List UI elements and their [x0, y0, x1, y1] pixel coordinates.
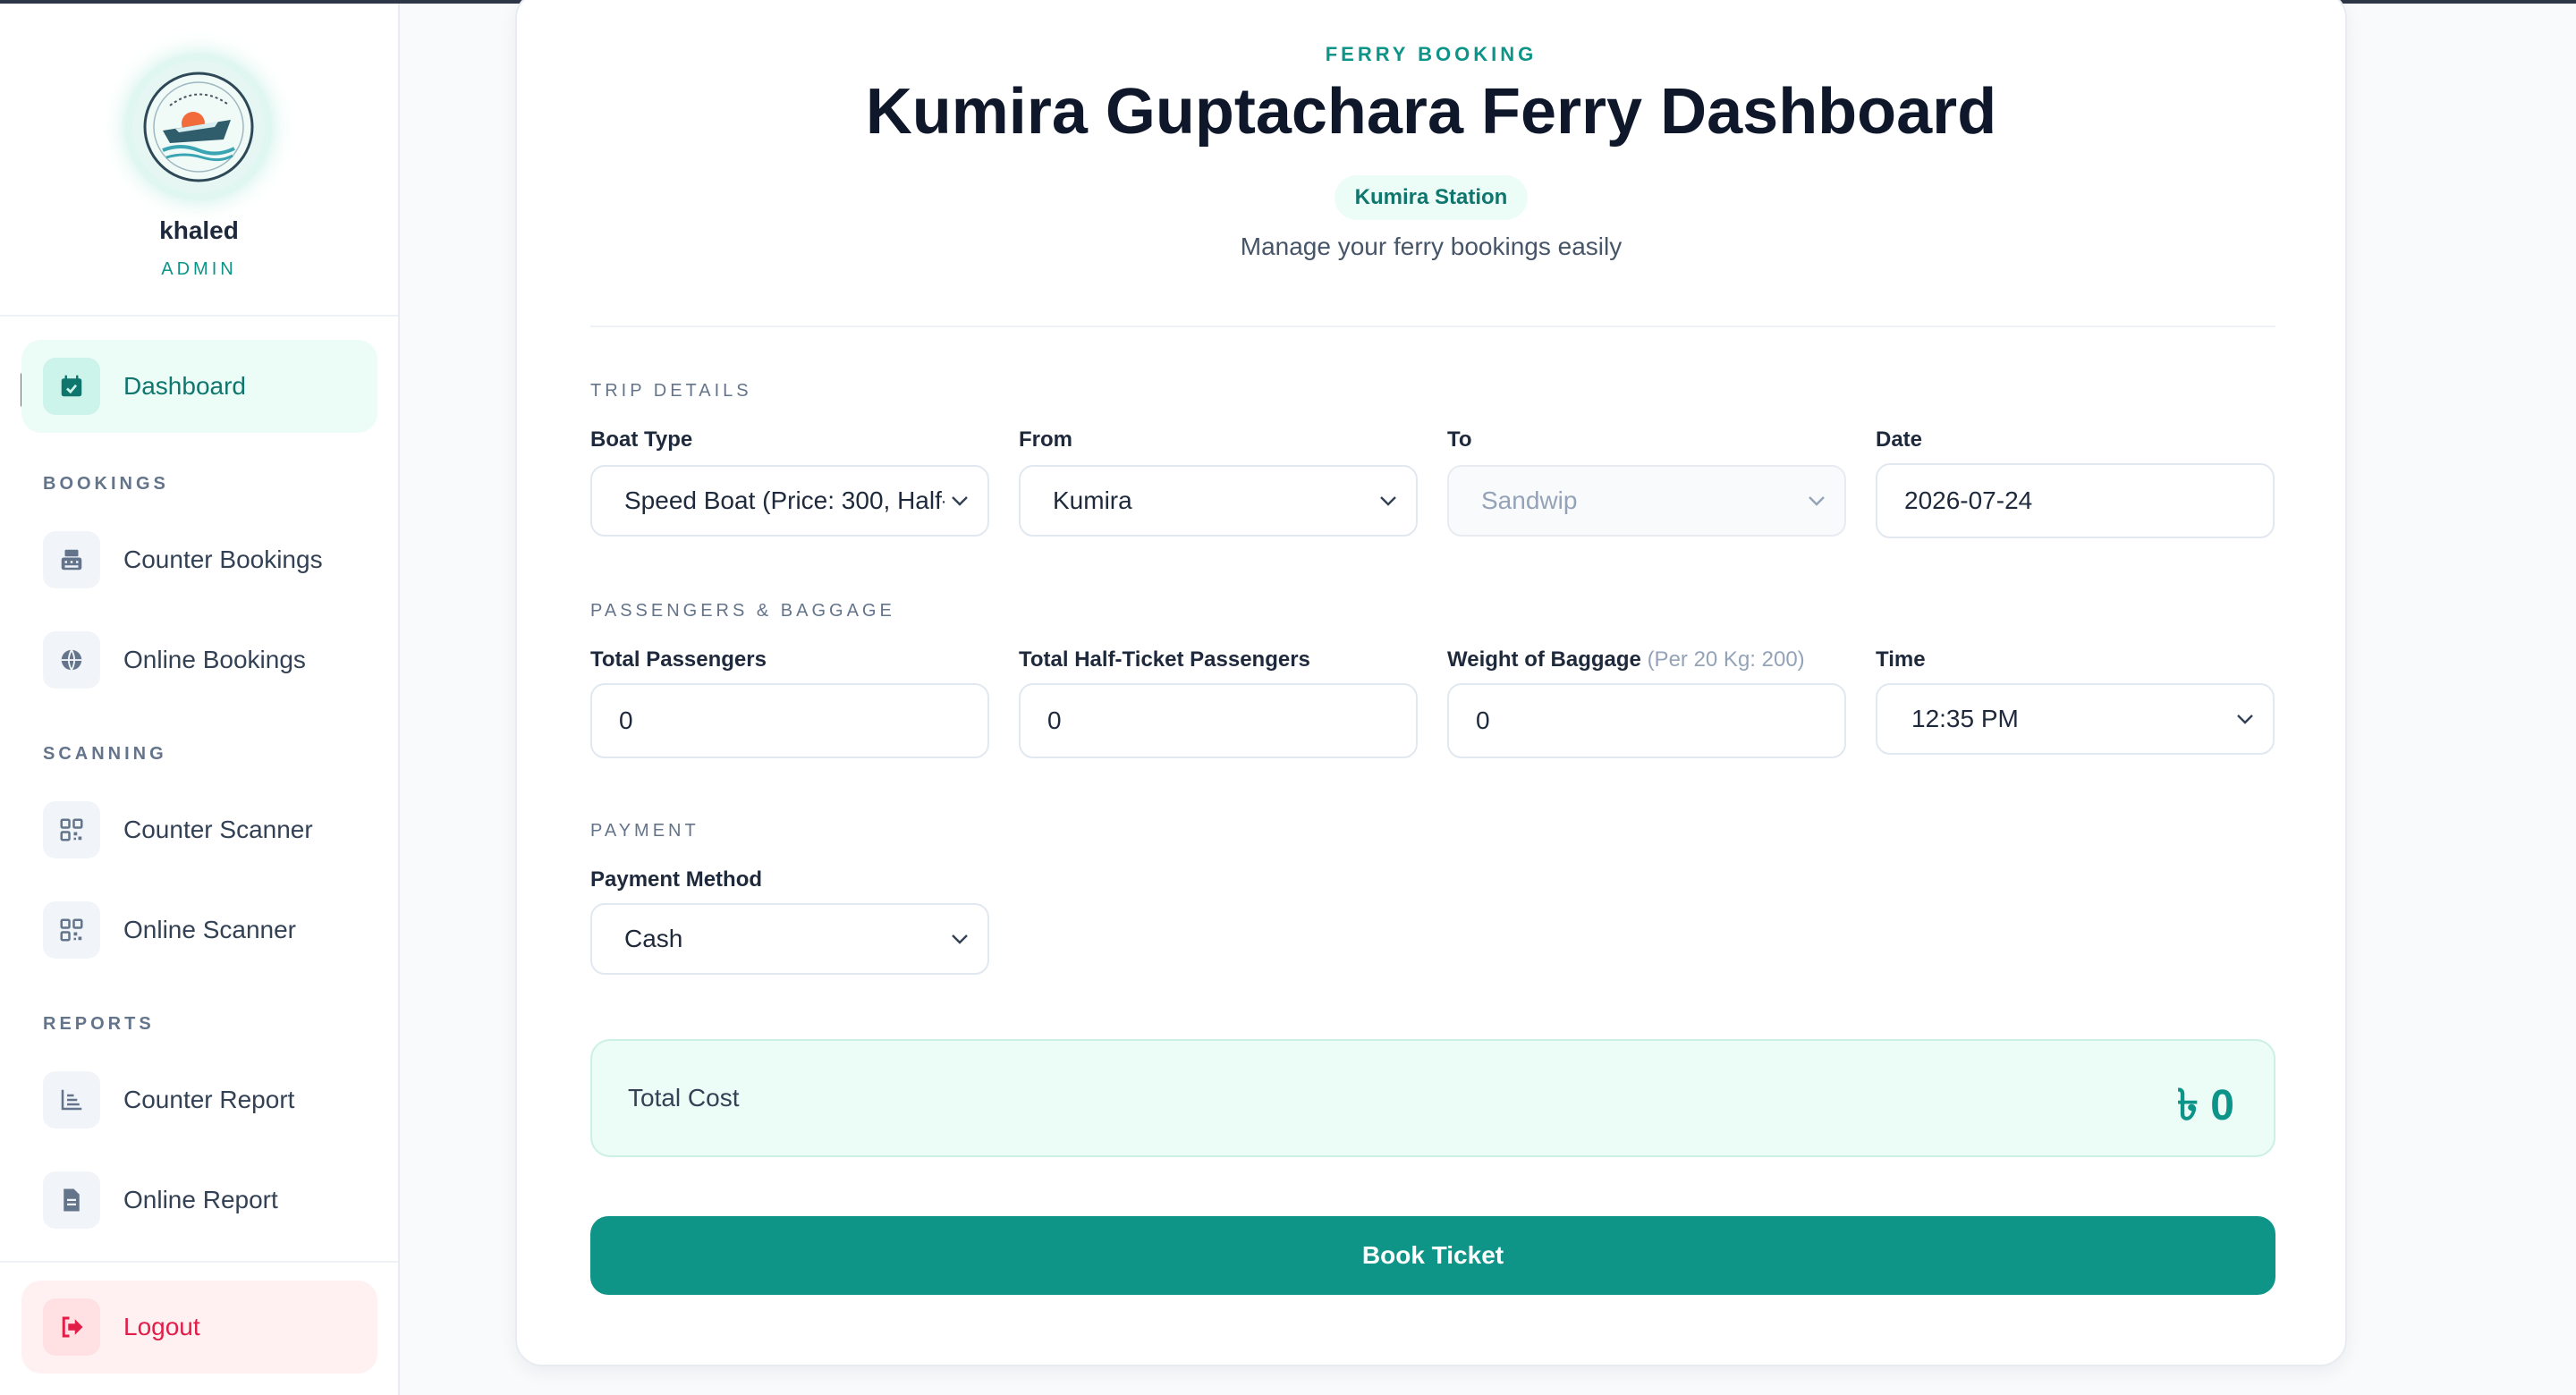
- section-label-payment: PAYMENT: [590, 821, 699, 841]
- logout-button[interactable]: Logout: [21, 1281, 377, 1374]
- sidebar: khaled ADMIN Dashboard BOOKINGS Counter …: [0, 4, 400, 1395]
- total-passengers-input[interactable]: 0: [590, 683, 989, 758]
- boat-type-select[interactable]: Speed Boat (Price: 300, Half-Ticket: [590, 465, 989, 537]
- baggage-price-hint: (Per 20 Kg: 200): [1647, 647, 1805, 672]
- half-ticket-input[interactable]: 0: [1019, 683, 1418, 758]
- chevron-down-icon: [1380, 496, 1396, 506]
- calendar-check-icon: [43, 358, 100, 415]
- sidebar-item-counter-report[interactable]: Counter Report: [21, 1053, 377, 1146]
- sidebar-item-online-report[interactable]: Online Report: [21, 1154, 377, 1247]
- sidebar-item-label: Dashboard: [123, 372, 246, 400]
- sidebar-item-label: Online Report: [123, 1186, 278, 1213]
- sidebar-item-label: Online Scanner: [123, 916, 297, 943]
- half-ticket-label: Total Half-Ticket Passengers: [1019, 647, 1310, 672]
- sidebar-item-label: Counter Bookings: [123, 545, 323, 573]
- avatar: [132, 61, 265, 193]
- total-cost-value: ৳ 0: [2177, 1082, 2234, 1129]
- date-input[interactable]: 2026-07-24: [1876, 463, 2275, 538]
- chevron-down-icon: [952, 934, 968, 944]
- baggage-weight-input[interactable]: 0: [1447, 683, 1846, 758]
- chevron-down-icon: [1809, 496, 1825, 506]
- sidebar-item-dashboard[interactable]: Dashboard: [21, 340, 377, 433]
- file-icon: [43, 1171, 100, 1229]
- baggage-label-text: Weight of Baggage: [1447, 647, 1641, 672]
- to-select: Sandwip: [1447, 465, 1846, 537]
- qr-code-icon: [43, 801, 100, 858]
- from-select[interactable]: Kumira: [1019, 465, 1418, 537]
- sign-out-icon: [43, 1298, 100, 1356]
- section-label-trip: TRIP DETAILS: [590, 381, 752, 401]
- booking-card: FERRY BOOKING Kumira Guptachara Ferry Da…: [515, 0, 2347, 1366]
- time-label: Time: [1876, 647, 1926, 672]
- date-label: Date: [1876, 427, 1923, 452]
- time-value: 12:35 PM: [1911, 705, 2019, 732]
- half-ticket-value: 0: [1047, 706, 1062, 734]
- date-value: 2026-07-24: [1904, 486, 2033, 514]
- baggage-label: Weight of Baggage (Per 20 Kg: 200): [1447, 647, 1805, 672]
- to-label: To: [1447, 427, 1472, 452]
- chevron-down-icon: [952, 496, 968, 506]
- payment-method-value: Cash: [624, 925, 683, 952]
- total-passengers-label: Total Passengers: [590, 647, 767, 672]
- to-value: Sandwip: [1481, 486, 1578, 514]
- baggage-weight-value: 0: [1476, 706, 1490, 734]
- section-label-passengers: PASSENGERS & BAGGAGE: [590, 601, 895, 621]
- section-heading-bookings: BOOKINGS: [43, 474, 169, 494]
- sidebar-item-online-bookings[interactable]: Online Bookings: [21, 613, 377, 706]
- from-label: From: [1019, 427, 1072, 452]
- qr-code-icon: [43, 901, 100, 959]
- sidebar-item-label: Counter Report: [123, 1086, 295, 1113]
- page-title: Kumira Guptachara Ferry Dashboard: [865, 76, 1997, 148]
- total-cost-label: Total Cost: [628, 1084, 740, 1112]
- payment-method-label: Payment Method: [590, 867, 763, 892]
- book-ticket-button[interactable]: Book Ticket: [590, 1216, 2275, 1295]
- header-divider: [590, 326, 2275, 327]
- station-badge: Kumira Station: [1335, 175, 1528, 220]
- globe-icon: [43, 631, 100, 689]
- chevron-down-icon: [2237, 714, 2253, 724]
- section-heading-reports: REPORTS: [43, 1014, 155, 1034]
- sidebar-item-online-scanner[interactable]: Online Scanner: [21, 884, 377, 976]
- boat-type-label: Boat Type: [590, 427, 693, 452]
- sidebar-item-label: Counter Scanner: [123, 816, 313, 843]
- logout-label: Logout: [123, 1313, 200, 1340]
- page-subtitle: Manage your ferry bookings easily: [1240, 232, 1623, 260]
- sidebar-divider: [0, 1261, 398, 1263]
- eyebrow-label: FERRY BOOKING: [1325, 43, 1538, 65]
- sidebar-item-counter-scanner[interactable]: Counter Scanner: [21, 783, 377, 876]
- user-name: khaled: [159, 216, 239, 244]
- total-passengers-value: 0: [619, 706, 633, 734]
- total-cost-panel: Total Cost ৳ 0: [590, 1039, 2275, 1157]
- payment-method-select[interactable]: Cash: [590, 903, 989, 975]
- sidebar-item-label: Online Bookings: [123, 646, 306, 673]
- bar-chart-icon: [43, 1071, 100, 1129]
- profile-block: khaled ADMIN: [0, 4, 398, 317]
- from-value: Kumira: [1053, 486, 1132, 514]
- sidebar-item-counter-bookings[interactable]: Counter Bookings: [21, 513, 377, 606]
- ferry-boat-logo: [143, 72, 254, 182]
- section-heading-scanning: SCANNING: [43, 744, 167, 764]
- time-select[interactable]: 12:35 PM: [1876, 683, 2275, 755]
- user-role: ADMIN: [161, 259, 237, 279]
- cash-register-icon: [43, 531, 100, 588]
- boat-type-value: Speed Boat (Price: 300, Half-Ticket: [624, 486, 945, 514]
